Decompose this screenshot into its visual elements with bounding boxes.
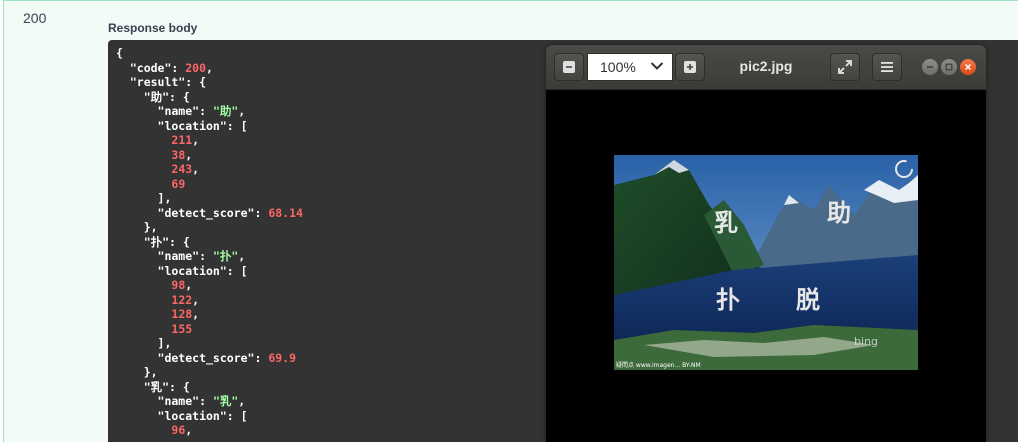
json-punct: , [185,147,193,162]
fullscreen-icon [837,59,853,75]
json-number: 69 [171,176,186,191]
json-punct [116,278,171,292]
json-punct: }, [116,220,158,234]
viewer-title: pic2.jpg [739,58,793,74]
image-char-3: 扑 [716,286,740,314]
json-punct: "助": { [116,89,190,104]
json-number: 155 [171,321,193,336]
image-viewer-window[interactable]: 100% pic2.jpg bing 疑問点 www.imagen... BY-… [546,45,986,442]
fullscreen-button[interactable] [830,53,860,81]
json-number: 38 [171,147,186,162]
minimize-button[interactable] [922,59,938,75]
close-icon [964,63,972,71]
json-punct: ], [116,191,172,205]
image-caption: 疑問点 www.imagen... BY-NM [616,361,701,369]
json-punct: }, [116,365,158,379]
json-punct: , [238,394,246,408]
zoom-in-button[interactable] [675,53,705,81]
json-punct [116,133,171,147]
json-punct: "name": [116,394,213,408]
json-number: 211 [171,133,193,147]
json-punct: "detect_score": [116,205,269,220]
json-punct: "location": [ [116,118,248,133]
json-number: 122 [171,292,193,307]
minimize-icon [927,66,933,68]
json-punct: "name": [116,249,213,263]
menu-button[interactable] [872,53,902,81]
json-punct: "result": { [116,75,207,89]
json-punct [116,177,171,191]
viewer-titlebar[interactable]: 100% pic2.jpg [546,45,986,90]
maximize-button[interactable] [941,59,957,75]
json-punct: , [192,307,200,321]
json-punct: "location": [ [116,263,248,278]
json-string: "乳" [212,394,239,408]
json-punct [116,322,171,336]
json-punct: , [185,423,193,437]
json-punct [116,293,171,307]
image-char-2: 助 [827,199,851,227]
json-string: "助" [212,104,239,118]
json-punct: , [238,249,246,263]
zoom-out-icon [562,60,576,74]
json-punct: , [192,292,200,307]
json-string: "扑" [212,249,239,263]
bing-watermark: bing [854,335,878,348]
json-punct: ], [116,336,172,350]
chevron-down-icon [650,58,664,76]
image-char-1: 乳 [714,209,738,237]
response-body-label: Response body [108,21,198,35]
json-punct: { [116,46,123,60]
section-border [3,0,4,442]
json-punct: , [192,133,200,147]
json-punct: "name": [116,104,213,118]
displayed-image: bing 疑問点 www.imagen... BY-NM 乳 助 扑 脱 [614,155,918,370]
json-punct: "detect_score": [116,350,269,365]
json-number: 200 [185,60,207,75]
json-punct: "location": [ [116,408,248,423]
zoom-level-value: 100% [600,59,636,75]
json-number: 68.14 [268,205,303,220]
json-punct [116,423,171,437]
maximize-icon [945,63,953,71]
json-punct [116,148,171,162]
json-punct: , [192,162,200,176]
menu-icon [880,61,894,73]
json-number: 69.9 [268,350,297,365]
section-divider [3,0,1018,1]
zoom-out-button[interactable] [554,53,584,81]
json-punct [116,162,171,176]
close-button[interactable] [960,59,976,75]
status-code: 200 [23,10,47,26]
zoom-level-select[interactable]: 100% [587,53,673,81]
json-number: 243 [171,162,193,176]
json-punct: "乳": { [116,379,190,394]
json-number: 96 [171,423,186,437]
json-punct: , [185,278,193,292]
json-punct: "扑": { [116,234,190,249]
json-number: 98 [171,278,186,292]
image-char-4: 脱 [796,286,820,314]
window-controls [922,59,976,75]
json-punct: "code": [116,60,186,75]
json-punct: , [206,60,213,75]
json-number: 128 [171,307,193,321]
json-punct: , [238,104,246,118]
json-punct [116,307,171,321]
zoom-in-icon [683,60,697,74]
